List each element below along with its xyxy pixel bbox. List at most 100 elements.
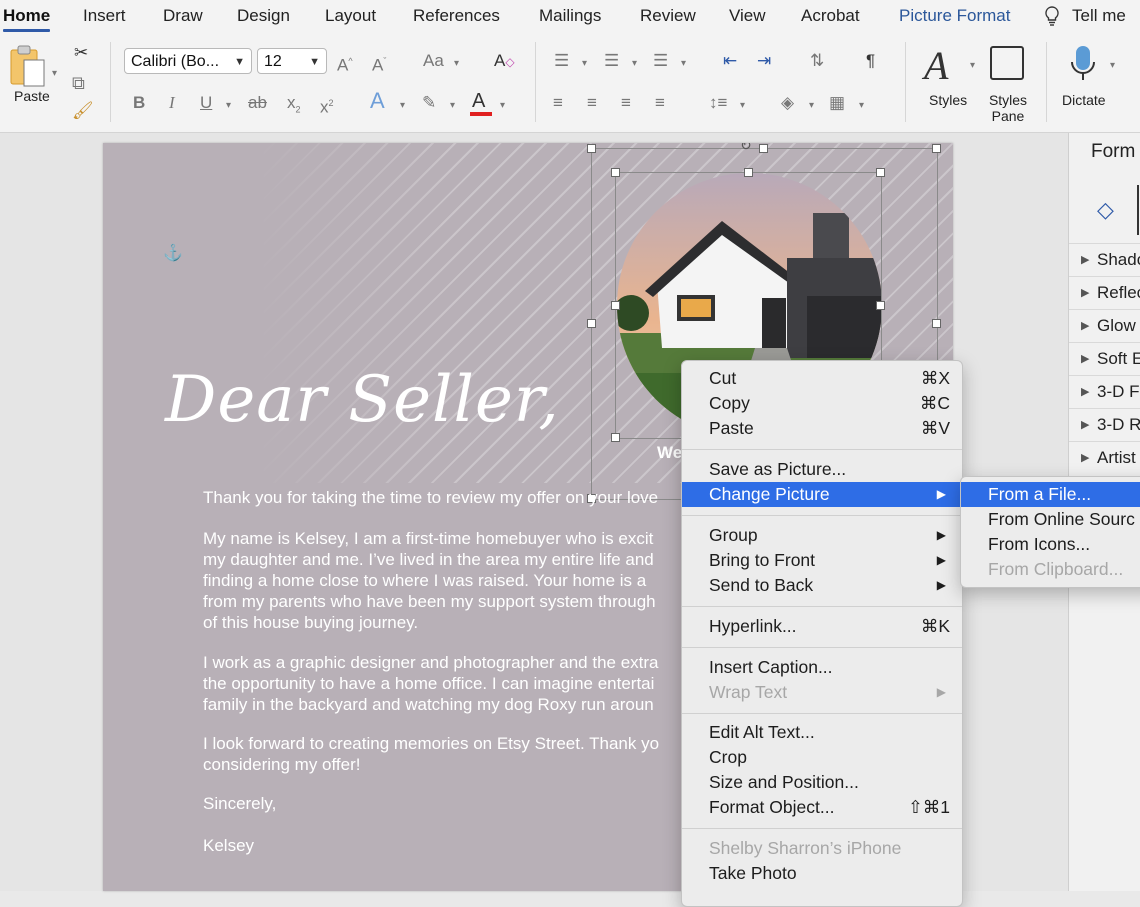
tab-design[interactable]: Design [237,6,290,26]
styles-button[interactable]: A ▾ Styles [920,42,980,122]
menu-item-insert-caption[interactable]: Insert Caption... [682,655,962,680]
chevron-down-icon[interactable]: ▾ [859,100,864,111]
justify-icon[interactable]: ≡ [655,92,665,114]
paste-options-chevron-icon[interactable]: ▾ [52,68,57,79]
pane-section-3d-rotation[interactable]: ▶ 3-D R [1069,408,1140,441]
menu-item-save-as-picture[interactable]: Save as Picture... [682,457,962,482]
borders-icon[interactable]: ▦ [829,92,845,114]
tab-home[interactable]: Home [3,6,51,32]
chevron-down-icon[interactable]: ▾ [500,100,505,111]
pane-section-3d-format[interactable]: ▶ 3-D F [1069,375,1140,408]
menu-item-take-photo[interactable]: Take Photo [682,861,962,886]
chevron-down-icon[interactable]: ▾ [400,100,405,111]
increase-indent-icon[interactable]: ⇥ [757,50,771,72]
font-size-dropdown[interactable]: 12 ▼ [257,48,327,74]
resize-handle[interactable] [759,144,768,153]
anchor-icon[interactable]: ⚓ [163,243,183,263]
line-spacing-icon[interactable]: ↕≡ [709,92,727,114]
tab-tell-me[interactable]: Tell me [1072,6,1126,26]
pane-section-soft-edges[interactable]: ▶ Soft E [1069,342,1140,375]
menu-item-send-to-back[interactable]: Send to Back ▶ [682,573,962,598]
menu-item-cut[interactable]: Cut ⌘X [682,366,962,391]
copy-icon[interactable]: ⧉ [72,72,85,94]
tab-view[interactable]: View [729,6,766,26]
pane-section-artistic-effects[interactable]: ▶ Artist [1069,441,1140,474]
menu-item-hyperlink[interactable]: Hyperlink... ⌘K [682,614,962,639]
resize-handle[interactable] [611,301,620,310]
sort-icon[interactable]: ⇅ [810,50,824,72]
resize-handle[interactable] [587,319,596,328]
resize-handle[interactable] [932,144,941,153]
subscript-icon[interactable]: x2 [287,92,301,120]
cut-icon[interactable]: ✂ [74,42,88,64]
resize-handle[interactable] [744,168,753,177]
dictate-button[interactable]: ▾ Dictate [1062,42,1128,122]
show-formatting-marks-icon[interactable]: ¶ [866,50,875,72]
resize-handle[interactable] [876,301,885,310]
format-painter-icon[interactable]: 🖌 [72,100,94,122]
strikethrough-icon[interactable]: ab [248,92,267,114]
chevron-down-icon[interactable]: ▾ [681,58,686,69]
chevron-down-icon[interactable]: ▾ [582,58,587,69]
pane-section-shadow[interactable]: ▶Shado [1069,243,1140,276]
rotate-handle-icon[interactable]: ↻ [740,143,752,154]
chevron-down-icon[interactable]: ▾ [454,58,459,69]
submenu-item-from-a-file[interactable]: From a File... [961,482,1140,507]
tab-references[interactable]: References [413,6,500,26]
bullets-icon[interactable]: ☰ [554,50,569,72]
shrink-font-icon[interactable]: Aˇ [372,50,386,77]
align-center-icon[interactable]: ≡ [587,92,597,114]
menu-item-change-picture[interactable]: Change Picture ▶ [682,482,962,507]
dictate-label: Dictate [1062,92,1106,108]
underline-icon[interactable]: U [200,92,212,114]
tab-picture-format[interactable]: Picture Format [899,6,1010,26]
clear-formatting-icon[interactable]: A◇ [494,50,515,73]
italic-icon[interactable]: I [169,92,175,114]
chevron-down-icon[interactable]: ▾ [632,58,637,69]
submenu-item-from-icons[interactable]: From Icons... [961,532,1140,557]
chevron-down-icon[interactable]: ▾ [226,100,231,111]
pane-section-reflection[interactable]: ▶Reflec [1069,276,1140,309]
change-case-icon[interactable]: Aa [423,50,444,72]
chevron-down-icon[interactable]: ▾ [740,100,745,111]
paste-button[interactable]: ▾ Paste [8,44,58,108]
menu-item-size-and-position[interactable]: Size and Position... [682,770,962,795]
styles-pane-button[interactable]: Styles Pane [984,42,1032,126]
chevron-down-icon[interactable]: ▾ [450,100,455,111]
chevron-down-icon[interactable]: ▾ [809,100,814,111]
decrease-indent-icon[interactable]: ⇤ [723,50,737,72]
text-effects-icon[interactable]: A [370,90,385,112]
menu-item-bring-to-front[interactable]: Bring to Front ▶ [682,548,962,573]
highlight-color-icon[interactable]: ✎ [422,92,436,114]
menu-item-group[interactable]: Group ▶ [682,523,962,548]
resize-handle[interactable] [611,168,620,177]
tab-insert[interactable]: Insert [83,6,126,26]
menu-item-format-object[interactable]: Format Object... ⇧⌘1 [682,795,962,820]
shading-icon[interactable]: ◈ [781,92,794,114]
menu-item-paste[interactable]: Paste ⌘V [682,416,962,441]
resize-handle[interactable] [611,433,620,442]
tab-mailings[interactable]: Mailings [539,6,601,26]
pane-section-glow[interactable]: ▶ Glow [1069,309,1140,342]
font-name-dropdown[interactable]: Calibri (Bo... ▼ [124,48,252,74]
resize-handle[interactable] [876,168,885,177]
menu-item-edit-alt-text[interactable]: Edit Alt Text... [682,720,962,745]
align-left-icon[interactable]: ≡ [553,92,563,114]
tab-acrobat[interactable]: Acrobat [801,6,860,26]
tab-review[interactable]: Review [640,6,696,26]
superscript-icon[interactable]: x2 [320,92,334,119]
menu-item-copy[interactable]: Copy ⌘C [682,391,962,416]
align-right-icon[interactable]: ≡ [621,92,631,114]
submenu-item-from-online-sources[interactable]: From Online Sourc [961,507,1140,532]
tab-layout[interactable]: Layout [325,6,376,26]
bold-icon[interactable]: B [133,92,145,114]
multilevel-list-icon[interactable]: ☰ [653,50,668,72]
tab-draw[interactable]: Draw [163,6,203,26]
fill-line-icon[interactable]: ◇ [1097,197,1114,223]
resize-handle[interactable] [932,319,941,328]
font-color-icon[interactable]: A [472,90,485,112]
menu-item-crop[interactable]: Crop [682,745,962,770]
grow-font-icon[interactable]: A^ [337,50,353,77]
numbering-icon[interactable]: ☰ [604,50,619,72]
resize-handle[interactable] [587,144,596,153]
